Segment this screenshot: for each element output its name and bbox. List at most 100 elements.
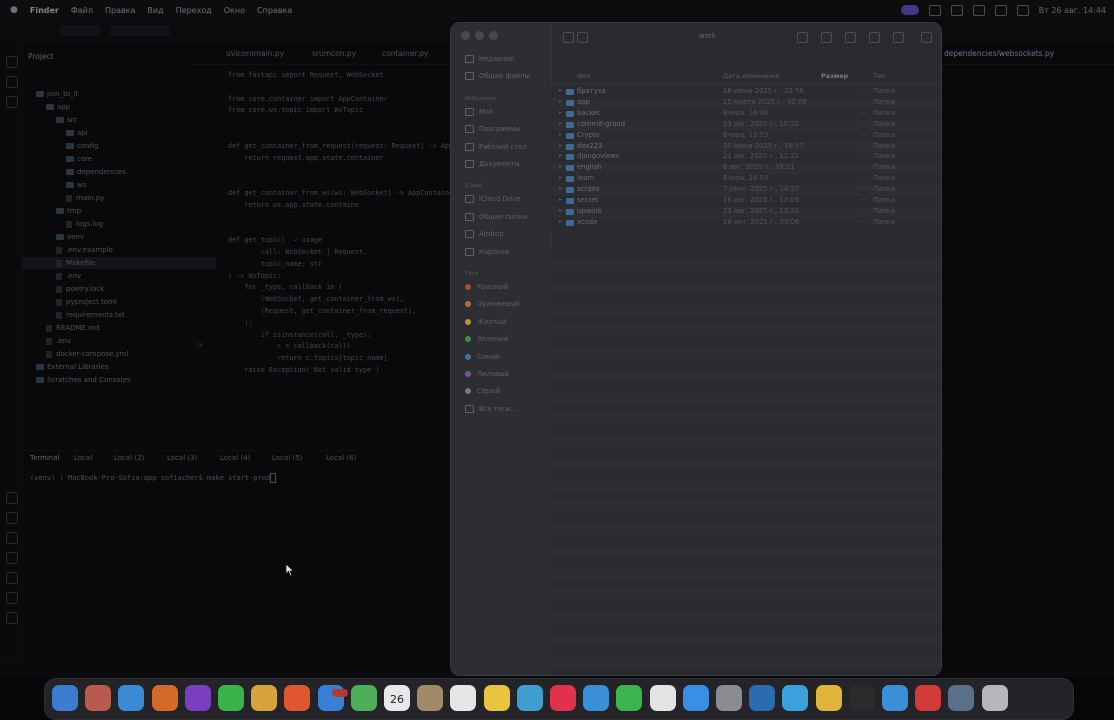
disclosure-icon[interactable]: ▸	[559, 152, 562, 159]
tree-item[interactable]: tmp	[22, 205, 216, 217]
photos-icon[interactable]	[251, 685, 278, 711]
control-center-icon[interactable]	[1016, 4, 1029, 16]
disclosure-icon[interactable]: ▸	[559, 174, 562, 181]
folder-icon[interactable]	[6, 56, 18, 68]
preview-icon[interactable]	[948, 685, 975, 711]
problems-icon[interactable]	[6, 552, 18, 564]
tab-terminal[interactable]: Terminal	[30, 454, 60, 462]
sidebar-item[interactable]: Лиловый	[465, 370, 509, 378]
list-item[interactable]: ▸ commit-grand 23 авг. 2025 г., 10:22 -- Пап…	[551, 119, 941, 131]
disclosure-icon[interactable]: ▸	[559, 207, 562, 214]
list-item[interactable]: ▸ scripts 7 сент. 2025 г., 14:27 -- Папка	[551, 185, 941, 197]
chrome-icon[interactable]	[815, 685, 842, 711]
sidebar-item[interactable]: Все теги...	[465, 404, 516, 413]
more-icon[interactable]	[893, 32, 904, 43]
menu-help[interactable]: Справка	[257, 6, 292, 15]
close-button[interactable]	[461, 31, 470, 40]
reminders-icon[interactable]	[450, 685, 477, 711]
minimize-button[interactable]	[475, 31, 484, 40]
screen-record-icon[interactable]	[900, 5, 919, 15]
search-icon[interactable]	[921, 32, 932, 43]
tree-item[interactable]: .env.example	[22, 244, 216, 256]
disclosure-icon[interactable]: ▸	[559, 196, 562, 203]
sidebar-item[interactable]: Серый	[465, 387, 500, 395]
tree-item[interactable]: Makefile	[22, 257, 216, 269]
disclosure-icon[interactable]: ▸	[559, 131, 562, 138]
tree-item[interactable]: requirements.txt	[22, 309, 216, 321]
list-item[interactable]: ▸ dex223 30 июня 2025 г., 16:57 -- Папка	[551, 141, 941, 153]
tag-icon[interactable]	[869, 32, 880, 43]
system-settings-icon[interactable]	[716, 685, 742, 711]
tab-local-6[interactable]: Local (6)	[326, 454, 356, 462]
tab-local-3[interactable]: Local (3)	[167, 454, 197, 462]
disclosure-icon[interactable]: ▸	[559, 185, 562, 192]
sidebar-item[interactable]: Airdrop	[465, 230, 504, 239]
music-icon[interactable]	[550, 685, 576, 711]
disclosure-icon[interactable]: ▸	[559, 109, 562, 116]
sidebar-item[interactable]: Mail	[465, 107, 493, 116]
code-editor[interactable]: from fastapi import Request, WebSocket fr…	[190, 64, 461, 454]
list-item[interactable]: ▸ learn Вчера, 16:53 -- Папка	[551, 174, 941, 186]
docker-icon[interactable]	[882, 685, 908, 711]
column-date[interactable]: Дата изменения	[723, 72, 779, 80]
tree-item[interactable]: pyproject.toml	[22, 296, 216, 308]
services-icon[interactable]	[6, 532, 18, 544]
tree-item[interactable]: poetry.lock	[22, 283, 216, 295]
calendar-icon[interactable]: 26	[384, 685, 410, 711]
tree-item[interactable]: docker-compose.yml	[22, 348, 206, 360]
sidebar-item[interactable]: Зеленый	[465, 335, 508, 343]
column-size[interactable]: Размер	[821, 72, 848, 80]
disclosure-icon[interactable]: ▸	[559, 98, 562, 105]
sidebar-item[interactable]: Программы	[465, 125, 520, 134]
messages-icon[interactable]	[218, 685, 244, 711]
commit-icon[interactable]	[6, 76, 18, 88]
pages-icon[interactable]	[649, 685, 676, 711]
tree-item[interactable]: venv	[22, 231, 216, 243]
mail-icon[interactable]	[317, 685, 348, 711]
safari-icon[interactable]	[118, 685, 145, 711]
tree-item[interactable]: .env	[22, 270, 216, 282]
zoom-button[interactable]	[489, 31, 498, 40]
tree-item[interactable]: src	[22, 114, 216, 126]
launchpad-icon[interactable]	[85, 685, 112, 711]
wifi-icon[interactable]	[972, 4, 985, 16]
list-item[interactable]: ▸ братуха 16 июня 2025 г., 23:58 -- Папка	[551, 87, 941, 98]
sidebar-item[interactable]: Рабочий стол	[465, 142, 527, 151]
menu-file[interactable]: Файл	[71, 6, 93, 15]
share-icon[interactable]	[845, 32, 856, 43]
view-options-icon[interactable]	[797, 32, 808, 43]
group-icon[interactable]	[821, 32, 832, 43]
structure-icon[interactable]	[6, 96, 18, 108]
sidebar-item[interactable]: Общие папки	[465, 212, 527, 221]
list-item[interactable]: ▸ english 8 авг. 2025 г., 19:21 -- Папка	[551, 163, 941, 175]
numbers-icon[interactable]	[616, 685, 643, 711]
tree-item[interactable]: External Libraries	[22, 361, 196, 373]
vpn-icon[interactable]	[749, 685, 776, 711]
list-item[interactable]: ▸ secret 16 авг. 2025 г., 12:09 -- Папка	[551, 196, 941, 207]
menu-edit[interactable]: Правка	[105, 6, 135, 15]
tor-icon[interactable]	[184, 685, 211, 711]
project-panel-title[interactable]: Project	[28, 52, 54, 61]
clock[interactable]: Вт 26 авг. 14:44	[1039, 6, 1106, 15]
column-name[interactable]: Имя	[577, 72, 591, 80]
tree-item[interactable]: README.md	[22, 322, 206, 334]
notes-icon[interactable]	[483, 685, 510, 711]
disclosure-icon[interactable]: ▸	[559, 142, 562, 149]
sidebar-item[interactable]: iCloud Drive	[465, 195, 521, 204]
tab-local-5[interactable]: Local (5)	[272, 454, 302, 462]
tree-item[interactable]: Scratches and Consoles	[22, 374, 196, 386]
app-store-icon[interactable]	[682, 685, 709, 711]
tab-uvicornmain[interactable]: uvicornmain.py	[226, 49, 284, 58]
back-icon[interactable]	[563, 32, 574, 43]
python-console-icon[interactable]	[6, 592, 18, 604]
menu-go[interactable]: Переход	[176, 6, 212, 15]
menu-window[interactable]: Окно	[224, 6, 245, 15]
todo-icon[interactable]	[6, 612, 18, 624]
list-item[interactable]: ▸ djangoviews 21 авг. 2025 г., 11:21 -- Папк…	[551, 152, 941, 164]
tree-item[interactable]: join_to_it	[22, 88, 196, 100]
sidebar-item[interactable]: Корзина	[465, 247, 509, 256]
git-icon[interactable]	[6, 572, 18, 584]
postman-icon[interactable]	[915, 685, 942, 711]
project-switcher[interactable]	[60, 25, 100, 36]
sidebar-item[interactable]: Общие файлы	[465, 72, 530, 81]
